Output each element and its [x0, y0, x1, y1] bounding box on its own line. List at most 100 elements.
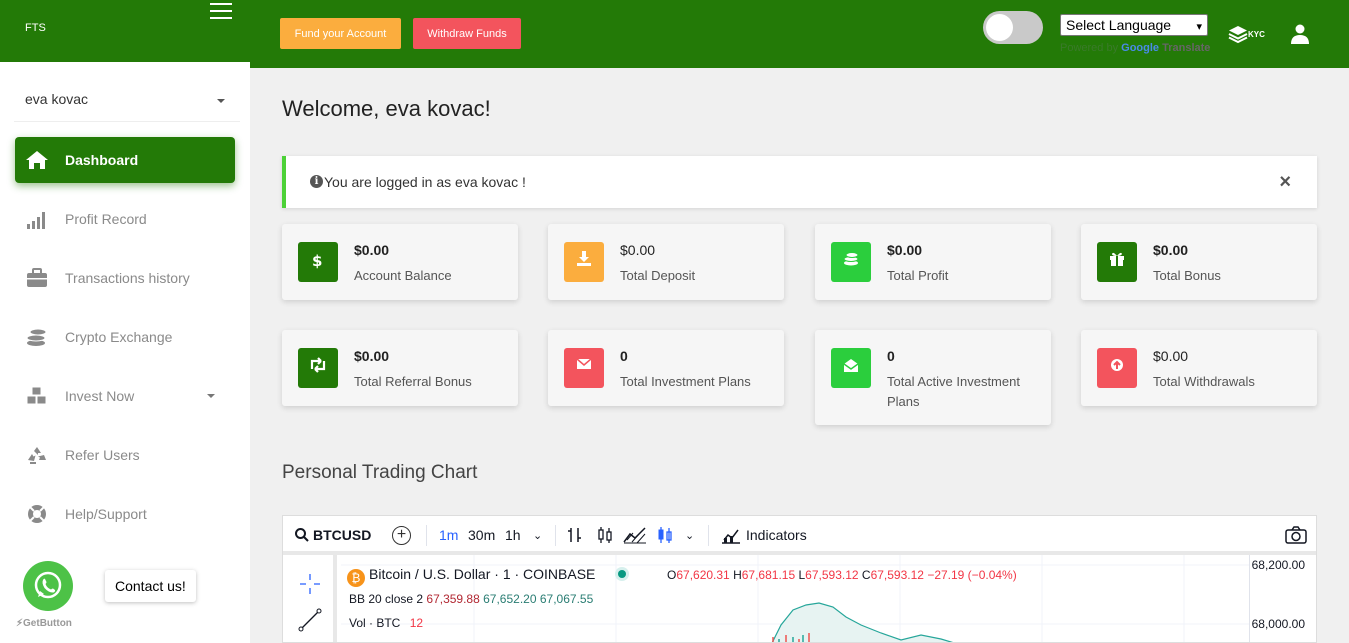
interval-30m[interactable]: 30m — [468, 527, 495, 543]
card-value: $0.00 — [620, 242, 656, 258]
card-total-withdrawals: $0.00 Total Withdrawals — [1081, 330, 1317, 406]
card-account-balance: $ $0.00 Account Balance — [282, 224, 518, 300]
sidebar-item-label: Transactions history — [65, 270, 190, 286]
card-value: $0.00 — [1153, 242, 1189, 258]
google-logo-text: Google — [1121, 42, 1160, 54]
trading-chart-widget[interactable]: BTCUSD + 1m 30m 1h ⌄ ⌄ Indicators ₿ Bitc… — [282, 515, 1317, 643]
sidebar-item-invest-now[interactable]: Invest Now — [15, 373, 235, 419]
sidebar-item-refer-users[interactable]: Refer Users — [15, 432, 235, 478]
sidebar: eva kovac Dashboard Profit Record Transa… — [0, 62, 250, 643]
card-label: Account Balance — [354, 268, 452, 283]
toolbar-divider — [708, 525, 709, 546]
close-value: 67,593.12 — [870, 568, 924, 582]
toolbar-divider — [555, 525, 556, 546]
chevron-down-icon — [207, 394, 215, 398]
close-icon[interactable]: × — [1279, 171, 1291, 194]
hamburger-menu-icon[interactable] — [210, 3, 232, 21]
price-tick: 68,200.00 — [1251, 558, 1305, 572]
indicators-button[interactable]: Indicators — [746, 527, 807, 543]
envelope-icon — [564, 348, 604, 388]
user-profile-icon[interactable] — [1291, 24, 1309, 44]
sidebar-item-label: Dashboard — [65, 152, 139, 168]
volume-legend[interactable]: Vol · BTC 12 — [349, 616, 423, 630]
getbutton-logo-icon: ⚡︎ — [16, 618, 24, 629]
bitcoin-icon: ₿ — [347, 569, 365, 587]
candles-icon[interactable] — [596, 526, 614, 544]
svg-text:$: $ — [312, 252, 322, 270]
sidebar-item-label: Crypto Exchange — [65, 329, 173, 345]
sidebar-item-label: Invest Now — [65, 388, 135, 404]
sidebar-item-crypto-exchange[interactable]: Crypto Exchange — [15, 314, 235, 360]
bollinger-bands-legend[interactable]: BB 20 close 2 67,359.88 67,652.20 67,067… — [349, 592, 593, 606]
alert-message: You are logged in as eva kovac ! — [324, 174, 526, 190]
login-alert: i You are logged in as eva kovac ! × — [282, 156, 1317, 208]
fund-account-button[interactable]: Fund your Account — [280, 18, 401, 49]
card-value: $0.00 — [354, 348, 390, 364]
bb-basis-value: 67,359.88 — [426, 592, 480, 606]
sidebar-item-help-support[interactable]: Help/Support — [15, 491, 235, 537]
home-icon — [26, 151, 48, 169]
retweet-icon — [298, 348, 338, 388]
sidebar-item-dashboard[interactable]: Dashboard — [15, 137, 235, 183]
sidebar-item-profit-record[interactable]: Profit Record — [15, 196, 235, 242]
drawing-toolbar — [283, 555, 337, 642]
coins-icon — [831, 242, 871, 282]
low-value: 67,593.12 — [805, 568, 859, 582]
info-icon: i — [310, 175, 323, 188]
card-label: Total Active Investment Plans — [887, 374, 1020, 409]
card-value: $0.00 — [354, 242, 390, 258]
card-total-profit: $0.00 Total Profit — [815, 224, 1051, 300]
sidebar-item-label: Help/Support — [65, 506, 147, 522]
chevron-down-icon: ▾ — [1196, 21, 1202, 33]
symbol-search[interactable]: BTCUSD — [313, 527, 371, 543]
chevron-down-icon[interactable]: ⌄ — [533, 529, 542, 542]
line-chart-icon[interactable] — [623, 526, 647, 544]
price-axis[interactable]: 68,200.00 68,000.00 — [1249, 555, 1316, 642]
interval-1h[interactable]: 1h — [505, 527, 521, 543]
bar-chart-icon — [27, 212, 45, 229]
cubes-icon — [26, 386, 47, 405]
high-label: H — [733, 568, 742, 582]
gift-icon — [1097, 242, 1137, 282]
card-label: Total Profit — [887, 268, 949, 283]
compare-add-icon[interactable]: + — [392, 526, 411, 545]
sidebar-item-transactions-history[interactable]: Transactions history — [15, 255, 235, 301]
whatsapp-icon — [34, 571, 62, 599]
bar-style-icon[interactable] — [566, 526, 584, 544]
search-icon[interactable] — [295, 528, 309, 542]
card-label: Total Deposit — [620, 268, 696, 283]
page-title: Welcome, eva kovac! — [282, 96, 491, 121]
interval-1m[interactable]: 1m — [439, 527, 458, 543]
toggle-knob — [986, 14, 1013, 41]
language-select[interactable]: Select Language ▾ — [1060, 14, 1208, 36]
kyc-label: KYC — [1248, 30, 1265, 39]
theme-toggle[interactable] — [983, 11, 1043, 44]
camera-icon[interactable] — [1285, 526, 1307, 544]
contact-us-tooltip[interactable]: Contact us! — [105, 570, 196, 602]
whatsapp-contact-button[interactable] — [23, 561, 73, 611]
kyc-button[interactable]: KYC — [1228, 24, 1268, 44]
card-label: Total Referral Bonus — [354, 374, 472, 389]
card-label: Total Bonus — [1153, 268, 1221, 283]
getbutton-link[interactable]: ⚡︎GetButton — [16, 618, 72, 629]
withdraw-funds-button[interactable]: Withdraw Funds — [413, 18, 521, 49]
sidebar-user-menu[interactable]: eva kovac — [14, 77, 240, 122]
volume-value: 12 — [409, 616, 424, 630]
trend-line-icon[interactable] — [298, 608, 322, 632]
chevron-down-icon[interactable]: ⌄ — [685, 529, 694, 542]
brand-logo-text[interactable]: FTS — [25, 22, 46, 34]
crosshair-icon[interactable] — [298, 572, 322, 596]
card-total-bonus: $0.00 Total Bonus — [1081, 224, 1317, 300]
recycle-icon — [28, 447, 46, 464]
close-label: C — [861, 568, 871, 582]
ohlc-readout: O67,620.31 H67,681.15 L67,593.12 C67,593… — [667, 568, 1017, 582]
briefcase-icon — [27, 268, 47, 287]
translate-link[interactable]: Translate — [1162, 42, 1210, 54]
indicators-icon[interactable] — [721, 526, 741, 544]
language-select-value: Select Language — [1066, 17, 1172, 33]
toolbar-divider — [426, 525, 427, 546]
card-label: Total Withdrawals — [1153, 374, 1255, 389]
card-total-deposit: $0.00 Total Deposit — [548, 224, 784, 300]
chart-type-icon[interactable] — [656, 526, 674, 544]
chevron-down-icon — [217, 99, 225, 103]
